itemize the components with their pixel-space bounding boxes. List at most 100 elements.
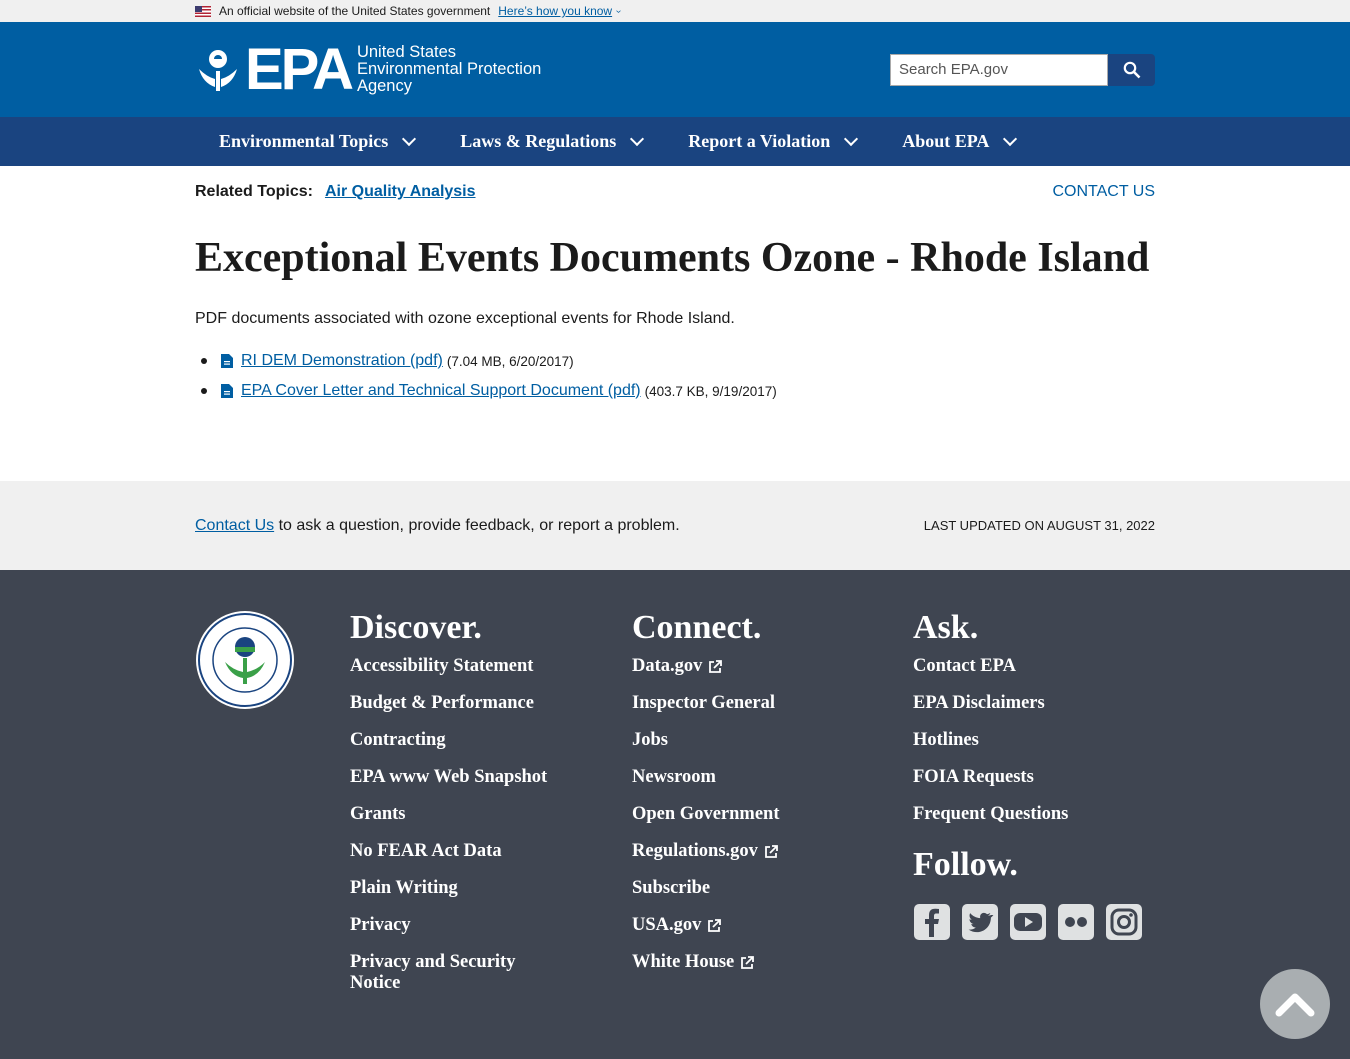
file-icon [221, 384, 233, 398]
site-footer: Discover. Accessibility Statement Budget… [0, 570, 1350, 1059]
footer-link[interactable]: Contact EPA [913, 656, 1153, 677]
footer-ask: Ask. Contact EPA EPA Disclaimers Hotline… [913, 610, 1153, 941]
related-topic-link[interactable]: Air Quality Analysis [325, 183, 476, 201]
footer-link-item[interactable]: Data.gov [632, 656, 779, 677]
footer-link-item[interactable]: Regulations.gov [632, 841, 779, 862]
footer-link[interactable]: FOIA Requests [913, 767, 1153, 788]
nav-report-violation[interactable]: Report a Violation [688, 131, 859, 152]
site-header: EPA United States Environmental Protecti… [0, 22, 1350, 117]
nav-label: Laws & Regulations [460, 131, 617, 151]
footer-link[interactable]: Data.gov [632, 656, 702, 677]
back-to-top-button[interactable] [1260, 969, 1330, 1039]
footer-link[interactable]: EPA www Web Snapshot [350, 767, 550, 788]
external-link-icon [708, 918, 722, 932]
agency-line: United States [356, 43, 457, 61]
bullet [201, 388, 207, 394]
agency-line: Environmental Protection [356, 60, 542, 78]
footer-link[interactable]: Newsroom [632, 767, 779, 788]
footer-link[interactable]: Inspector General [632, 693, 779, 714]
list-item: RI DEM Demonstration (pdf) (7.04 MB, 6/2… [195, 346, 1155, 376]
twitter-icon[interactable] [961, 903, 999, 941]
footer-link[interactable]: Hotlines [913, 730, 1153, 751]
document-meta: (7.04 MB, 6/20/2017) [446, 353, 574, 369]
file-icon [221, 354, 233, 368]
search-form [890, 53, 1155, 86]
bullet [201, 358, 207, 364]
flickr-icon[interactable] [1057, 903, 1095, 941]
epa-logo[interactable]: EPA United States Environmental Protecti… [195, 36, 541, 102]
footer-link[interactable]: Plain Writing [350, 878, 550, 899]
search-button[interactable] [1108, 53, 1155, 86]
us-flag-icon [195, 5, 211, 17]
nav-laws-regulations[interactable]: Laws & Regulations [460, 131, 645, 152]
last-updated: Last updated on August 31, 2022 [923, 518, 1155, 533]
contact-strip: Contact Us to ask a question, provide fe… [0, 481, 1350, 570]
nav-label: Report a Violation [688, 131, 831, 151]
gov-banner: An official website of the United States… [0, 0, 1350, 22]
document-link[interactable]: RI DEM Demonstration (pdf) [241, 352, 443, 370]
official-site-text: An official website of the United States… [219, 4, 491, 18]
chevron-down-icon [402, 131, 417, 146]
external-link-icon [765, 844, 778, 858]
footer-link[interactable]: Open Government [632, 804, 779, 825]
footer-link[interactable]: No FEAR Act Data [350, 841, 550, 862]
footer-link-item[interactable]: USA.gov [632, 915, 779, 936]
nav-label: About EPA [902, 131, 990, 151]
main-nav: Environmental Topics Laws & Regulations … [0, 117, 1350, 166]
chevron-down-icon[interactable]: › [613, 9, 624, 12]
page-title: Exceptional Events Documents Ozone - Rho… [195, 235, 1150, 281]
social-links [913, 903, 1153, 941]
footer-connect: Connect. Data.gov Inspector General Jobs… [632, 610, 779, 989]
related-topics-bar: Related Topics: Air Quality Analysis CON… [0, 166, 1350, 218]
epa-flower-icon [199, 49, 237, 91]
nav-environmental-topics[interactable]: Environmental Topics [219, 131, 417, 152]
related-topics-label: Related Topics: [195, 183, 313, 200]
chevron-down-icon [630, 131, 645, 146]
chevron-up-icon [1275, 993, 1315, 1017]
chevron-down-icon [1003, 131, 1018, 146]
document-meta: (403.7 KB, 9/19/2017) [644, 383, 777, 399]
main-content: Exceptional Events Documents Ozone - Rho… [195, 234, 1155, 406]
footer-link[interactable]: Privacy [350, 915, 550, 936]
instagram-icon[interactable] [1105, 903, 1143, 941]
page-intro: PDF documents associated with ozone exce… [195, 310, 735, 327]
chevron-down-icon [844, 131, 859, 146]
facebook-icon[interactable] [913, 903, 951, 941]
footer-link[interactable]: Regulations.gov [632, 841, 758, 862]
document-link[interactable]: EPA Cover Letter and Technical Support D… [241, 382, 641, 400]
footer-link-item[interactable]: White House [632, 952, 779, 973]
footer-link[interactable]: Privacy and Security Notice [350, 952, 550, 994]
agency-line: Agency [356, 77, 412, 95]
footer-discover: Discover. Accessibility Statement Budget… [350, 610, 550, 1010]
document-list: RI DEM Demonstration (pdf) (7.04 MB, 6/2… [195, 346, 1155, 406]
external-link-icon [741, 955, 755, 969]
epa-seal-icon [196, 611, 294, 709]
nav-about-epa[interactable]: About EPA [902, 131, 1018, 152]
agency-name: United States Environmental Protection A… [357, 44, 541, 95]
footer-link[interactable]: Budget & Performance [350, 693, 550, 714]
footer-heading: Discover. [350, 609, 482, 646]
footer-link[interactable]: USA.gov [632, 915, 701, 936]
heres-how-you-know-link[interactable]: Here’s how you know [498, 4, 612, 18]
footer-link[interactable]: Frequent Questions [913, 804, 1153, 825]
footer-link[interactable]: Contracting [350, 730, 550, 751]
contact-us-link[interactable]: CONTACT US [1052, 183, 1155, 201]
nav-label: Environmental Topics [219, 131, 389, 151]
footer-heading: Connect. [632, 609, 762, 646]
list-item: EPA Cover Letter and Technical Support D… [195, 376, 1155, 406]
footer-link[interactable]: EPA Disclaimers [913, 693, 1153, 714]
contact-strip-text: to ask a question, provide feedback, or … [274, 516, 680, 534]
youtube-icon[interactable] [1009, 903, 1047, 941]
footer-link[interactable]: Jobs [632, 730, 779, 751]
footer-heading: Ask. [913, 609, 979, 646]
contact-us-footer-link[interactable]: Contact Us [195, 517, 274, 534]
footer-link[interactable]: Grants [350, 804, 550, 825]
search-icon [1123, 61, 1140, 78]
footer-link[interactable]: White House [632, 952, 734, 973]
external-link-icon [709, 659, 723, 673]
logo-wordmark: EPA [245, 36, 354, 102]
footer-link[interactable]: Accessibility Statement [350, 656, 550, 677]
footer-link[interactable]: Subscribe [632, 878, 779, 899]
footer-heading: Follow. [913, 846, 1018, 883]
search-input[interactable] [890, 53, 1108, 86]
